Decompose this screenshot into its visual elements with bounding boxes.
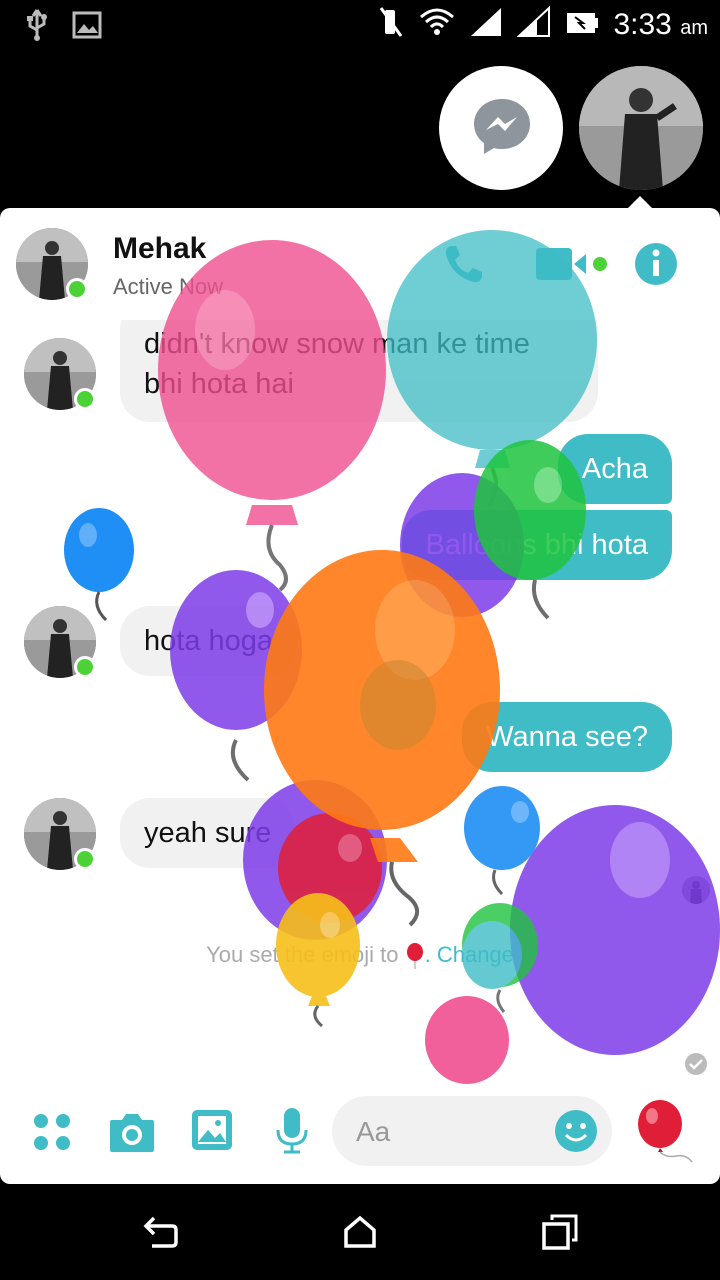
notice-text: You set the emoji to: [206, 942, 405, 967]
delivered-check-icon: [684, 1052, 708, 1080]
video-icon[interactable]: [536, 246, 612, 287]
message-text: Wanna see?: [486, 721, 648, 753]
avatar-photo: [579, 66, 703, 190]
message-bubble-incoming[interactable]: hota hoga: [120, 606, 298, 676]
message-composer: Aa: [0, 1084, 720, 1184]
messenger-icon: [471, 96, 533, 163]
conversation-header: Mehak Active Now: [0, 208, 720, 320]
home-icon[interactable]: [342, 1214, 378, 1255]
recents-icon[interactable]: [542, 1214, 578, 1255]
balloon-icon[interactable]: [636, 1100, 696, 1169]
camera-icon[interactable]: [108, 1110, 156, 1159]
emoji-change-notice: You set the emoji to . Change: [0, 942, 720, 970]
phone-icon[interactable]: [442, 242, 486, 291]
system-nav-bar: [0, 1190, 720, 1280]
online-indicator: [74, 848, 96, 870]
contact-name[interactable]: Mehak: [113, 232, 206, 266]
message-text: yeah sure: [144, 817, 272, 849]
status-bar: 3:33 am: [0, 0, 720, 50]
message-input-placeholder: Aa: [356, 1116, 391, 1147]
message-list[interactable]: didn't know snow man ke time bhi hota ha…: [0, 320, 720, 1080]
message-bubble-incoming[interactable]: didn't know snow man ke time bhi hota ha…: [120, 320, 598, 422]
gallery-icon[interactable]: [190, 1108, 234, 1157]
presence-status: Active Now: [113, 274, 224, 299]
balloon-emoji-icon: [405, 942, 425, 970]
contact-chathead[interactable]: [579, 66, 703, 190]
message-text: Balloons bhi hota: [425, 529, 649, 561]
message-bubble-outgoing[interactable]: Wanna see?: [462, 702, 672, 772]
message-text: didn't know snow man ke time: [144, 328, 530, 360]
clock-time: 3:33: [613, 7, 672, 41]
chat-panel: Mehak Active Now didn't know snow man ke…: [0, 208, 720, 1184]
image-icon: [72, 11, 102, 44]
message-text: bhi hota hai: [144, 368, 294, 400]
messenger-chathead[interactable]: [439, 66, 563, 190]
clock: 3:33 am: [613, 8, 708, 42]
message-bubble-outgoing[interactable]: Acha: [557, 434, 672, 504]
message-input[interactable]: Aa: [332, 1096, 612, 1166]
online-indicator: [74, 656, 96, 678]
wifi-icon: [419, 7, 455, 42]
notice-change-link[interactable]: . Change: [425, 942, 514, 967]
info-icon[interactable]: [634, 242, 678, 291]
online-indicator: [74, 388, 96, 410]
message-text: Acha: [581, 453, 648, 485]
apps-icon[interactable]: [32, 1112, 72, 1157]
usb-icon: [24, 8, 50, 47]
mute-icon: [377, 6, 405, 43]
online-indicator: [66, 278, 88, 300]
signal-icon: [516, 5, 551, 43]
back-icon[interactable]: [140, 1216, 180, 1255]
emoji-icon[interactable]: [554, 1109, 598, 1158]
message-text: hota hoga: [144, 625, 274, 657]
message-bubble-incoming[interactable]: yeah sure: [120, 798, 296, 868]
read-receipt-avatar: [682, 876, 710, 904]
clock-ampm: am: [680, 16, 708, 39]
battery-icon: [565, 9, 599, 40]
message-bubble-outgoing[interactable]: Balloons bhi hota: [401, 510, 672, 580]
microphone-icon[interactable]: [274, 1106, 310, 1161]
signal-icon: [469, 6, 503, 43]
